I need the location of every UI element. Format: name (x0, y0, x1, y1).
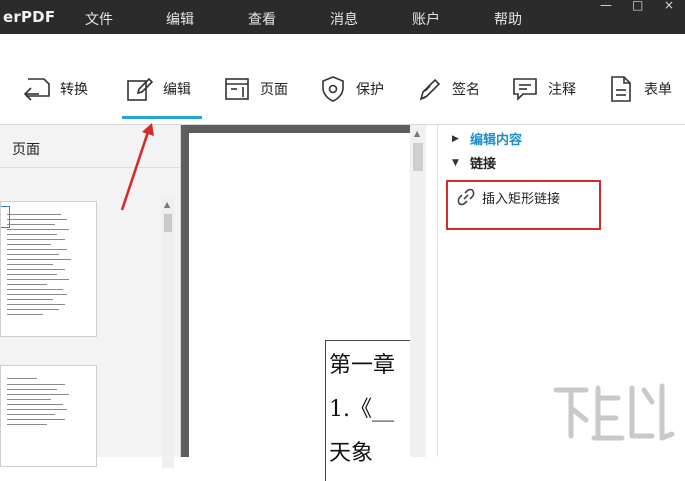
doc-scrollbar-thumb[interactable] (413, 143, 423, 171)
page-icon (222, 74, 252, 104)
edit-content-label: 编辑内容 (470, 133, 523, 148)
tool-edit-button[interactable]: 编辑 (125, 72, 191, 106)
tool-form-label: 表单 (644, 82, 672, 98)
tool-convert-label: 转换 (60, 82, 88, 98)
tool-sign-label: 签名 (452, 82, 480, 98)
close-button[interactable]: × (664, 0, 674, 12)
tool-form-button[interactable]: 表单 (606, 72, 672, 106)
document-scrollbar[interactable]: ▲ (410, 125, 426, 457)
tool-sign-button[interactable]: 签名 (414, 72, 480, 106)
tree-item-link[interactable]: ▼ 链接 (452, 153, 496, 172)
page-thumbnail-2[interactable] (0, 365, 97, 467)
insert-rect-link-label: 插入矩形链接 (482, 191, 561, 207)
comment-icon (510, 74, 540, 104)
shield-icon (318, 74, 348, 104)
tool-edit-label: 编辑 (163, 82, 191, 98)
menu-file[interactable]: 文件 (85, 9, 113, 29)
tool-comment-label: 注释 (548, 82, 576, 98)
menu-edit[interactable]: 编辑 (166, 9, 194, 29)
menu-account[interactable]: 账户 (412, 9, 440, 29)
tool-page-label: 页面 (260, 82, 288, 98)
signature-pen-icon (414, 74, 444, 104)
tool-page-button[interactable]: 页面 (222, 72, 288, 106)
convert-icon (22, 74, 52, 104)
menu-help[interactable]: 帮助 (494, 9, 522, 29)
insert-rect-link-button[interactable]: 插入矩形链接 (456, 187, 560, 207)
pages-panel-title: 页面 (12, 142, 40, 158)
tool-comment-button[interactable]: 注释 (510, 72, 576, 106)
watermark-logo-icon (553, 383, 675, 441)
tree-item-edit-content[interactable]: ▶ 编辑内容 (452, 129, 522, 148)
title-menu-bar: erPDF 文件 编辑 查看 消息 账户 帮助 — □ × (0, 0, 685, 34)
pages-scrollbar[interactable]: ▲ (162, 198, 174, 468)
tool-protect-button[interactable]: 保护 (318, 72, 384, 106)
main-toolbar: 转换 编辑 页面 保护 签名 注释 表单 (0, 34, 685, 125)
minimize-button[interactable]: — (600, 0, 612, 12)
link-section-label: 链接 (470, 157, 497, 172)
scrollbar-thumb[interactable] (164, 214, 172, 232)
form-icon (606, 74, 636, 104)
tool-convert-button[interactable]: 转换 (22, 72, 88, 106)
page-thumbnail-1[interactable] (0, 201, 97, 337)
document-page[interactable]: 第一章 1.《__ 天象 (189, 133, 426, 481)
link-chain-icon (456, 187, 476, 207)
caret-right-icon: ▶ (452, 133, 459, 144)
active-tab-underline (122, 116, 202, 119)
document-viewer[interactable]: 第一章 1.《__ 天象 (181, 125, 426, 481)
edit-pen-icon (125, 74, 155, 104)
caret-down-icon: ▼ (452, 157, 459, 168)
annotation-arrow-icon (120, 123, 154, 211)
doc-line-3: 天象 (329, 441, 374, 466)
tool-protect-label: 保护 (356, 82, 384, 98)
scroll-up-arrow-icon[interactable]: ▲ (164, 200, 170, 209)
menu-view[interactable]: 查看 (248, 9, 276, 29)
app-title: erPDF (3, 8, 56, 26)
doc-line-1: 第一章 (329, 353, 396, 378)
menu-messages[interactable]: 消息 (330, 9, 358, 29)
maximize-button[interactable]: □ (632, 0, 643, 12)
doc-line-2: 1.《__ (329, 397, 394, 422)
doc-scroll-up-arrow-icon[interactable]: ▲ (414, 129, 420, 138)
